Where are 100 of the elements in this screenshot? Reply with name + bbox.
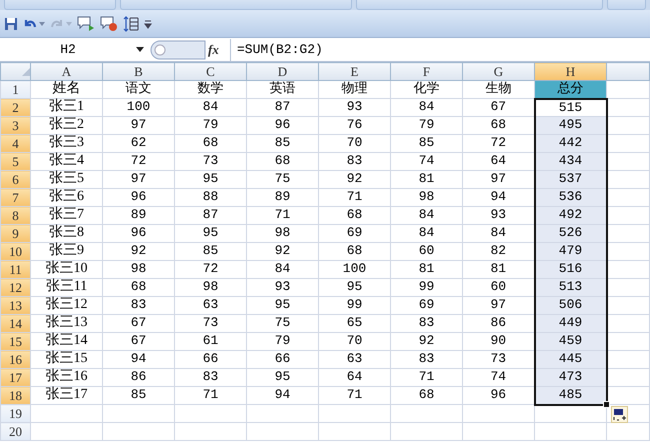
table-cell-text: 66 xyxy=(274,351,292,368)
table-cell-text: 526 xyxy=(558,225,584,242)
customize-toolbar-icon[interactable] xyxy=(144,18,152,28)
row-header[interactable]: 5 xyxy=(0,152,30,170)
column-title-cell-text: 数学 xyxy=(196,81,224,98)
table-cell-text: 64 xyxy=(489,153,508,170)
table-cell-text: 71 xyxy=(346,387,364,404)
table-cell-text: 92 xyxy=(418,333,436,350)
table-cell-text: 84 xyxy=(418,99,436,116)
table-cell-text: 84 xyxy=(489,225,508,242)
table-cell-text: 492 xyxy=(558,207,584,224)
column-header[interactable]: G xyxy=(462,62,534,80)
table-cell-text: 81 xyxy=(489,261,508,278)
table-cell-text: 85 xyxy=(274,135,292,152)
auto-fill-options-icon[interactable] xyxy=(611,406,628,423)
row-header[interactable]: 8 xyxy=(0,206,30,224)
table-cell-text: 495 xyxy=(558,117,584,134)
column-header[interactable]: D xyxy=(246,62,318,80)
column-title-cell: 总分 xyxy=(535,81,606,98)
insert-function-button[interactable]: fx xyxy=(208,42,219,58)
table-cell-text: 72 xyxy=(130,153,148,170)
corner-triangle-icon xyxy=(22,68,30,76)
comment-delete-icon[interactable] xyxy=(100,16,118,32)
row-header[interactable]: 15 xyxy=(0,332,30,350)
row-header[interactable]: 9 xyxy=(0,224,30,242)
table-cell-text: 75 xyxy=(274,171,292,188)
table-cell-text: 85 xyxy=(418,135,436,152)
row-header[interactable]: 6 xyxy=(0,170,30,188)
table-cell-text: 94 xyxy=(130,351,148,368)
table-cell-text: 88 xyxy=(202,189,220,206)
table-cell-text: 87 xyxy=(274,99,292,116)
row-header[interactable]: 12 xyxy=(0,278,30,296)
table-cell-text: 97 xyxy=(489,171,508,188)
table-cell-text: 71 xyxy=(274,207,292,224)
table-cell-text: 92 xyxy=(130,243,148,260)
formula-bar-handle-icon[interactable] xyxy=(150,40,206,60)
table-cell-text: 张三1 xyxy=(48,99,85,116)
row-header[interactable]: 19 xyxy=(0,404,30,422)
table-cell-text: 68 xyxy=(202,135,220,152)
comment-arrow-icon[interactable] xyxy=(77,16,95,32)
row-header[interactable]: 11 xyxy=(0,260,30,278)
table-cell-text: 71 xyxy=(418,369,436,386)
column-header[interactable]: B xyxy=(102,62,174,80)
table-cell-text: 84 xyxy=(274,261,292,278)
row-header[interactable]: 3 xyxy=(0,116,30,134)
table-cell-text: 100 xyxy=(126,99,152,116)
table-cell-text: 83 xyxy=(418,351,436,368)
table-cell-text: 72 xyxy=(202,261,220,278)
table-cell-text: 张三7 xyxy=(48,207,85,224)
table-cell-text: 68 xyxy=(130,279,148,296)
table-cell-text: 97 xyxy=(130,171,148,188)
table-cell-text: 张三11 xyxy=(44,279,88,296)
row-header[interactable]: 13 xyxy=(0,296,30,314)
row-header[interactable]: 7 xyxy=(0,188,30,206)
table-cell-text: 张三15 xyxy=(44,351,88,368)
table-cell-text: 张三4 xyxy=(48,153,85,170)
row-header[interactable]: 18 xyxy=(0,386,30,404)
table-cell-text: 95 xyxy=(346,279,364,296)
table-cell-text: 张三3 xyxy=(48,135,85,152)
table-cell-text: 94 xyxy=(274,387,292,404)
column-header[interactable]: H xyxy=(534,62,606,80)
column-header[interactable]: C xyxy=(174,62,246,80)
row-header[interactable]: 1 xyxy=(0,80,30,98)
name-box[interactable]: H2 xyxy=(0,40,150,60)
table-cell-text: 536 xyxy=(558,189,584,206)
row-header[interactable]: 2 xyxy=(0,98,30,116)
row-header[interactable]: 17 xyxy=(0,368,30,386)
column-header[interactable]: F xyxy=(390,62,462,80)
table-cell-text: 98 xyxy=(202,279,220,296)
table-cell-text: 64 xyxy=(346,369,364,386)
line-spacing-icon[interactable] xyxy=(123,16,139,32)
table-cell-text: 67 xyxy=(130,315,148,332)
table-cell-text: 73 xyxy=(489,351,508,368)
fill-handle[interactable] xyxy=(602,400,610,408)
table-cell-text: 70 xyxy=(346,135,364,152)
table-cell-text: 83 xyxy=(346,153,364,170)
row-header[interactable]: 20 xyxy=(0,422,30,440)
row-header[interactable]: 16 xyxy=(0,350,30,368)
table-cell-text: 95 xyxy=(274,297,292,314)
table-cell-text: 93 xyxy=(489,207,508,224)
table-cell-text: 86 xyxy=(489,315,508,332)
table-cell-text: 68 xyxy=(489,117,508,134)
table-cell-text: 70 xyxy=(346,333,364,350)
table-cell-text: 485 xyxy=(558,387,584,404)
table-cell-text: 张三2 xyxy=(48,117,85,134)
dropdown-arrow-icon[interactable] xyxy=(136,47,144,52)
table-cell-text: 83 xyxy=(418,315,436,332)
row-header[interactable]: 14 xyxy=(0,314,30,332)
table-cell-text: 515 xyxy=(558,100,584,116)
row-header[interactable]: 4 xyxy=(0,134,30,152)
formula-input[interactable]: =SUM(B2:G2) xyxy=(230,38,650,60)
column-header[interactable]: A xyxy=(30,62,102,80)
row-header[interactable]: 10 xyxy=(0,242,30,260)
column-header[interactable]: E xyxy=(318,62,390,80)
table-cell-text: 张三16 xyxy=(44,369,88,386)
table-cell-text: 61 xyxy=(202,333,220,350)
table-cell-text: 68 xyxy=(418,387,436,404)
table-cell-text: 68 xyxy=(274,153,292,170)
table-cell-text: 85 xyxy=(130,387,148,404)
save-icon[interactable] xyxy=(4,16,18,30)
